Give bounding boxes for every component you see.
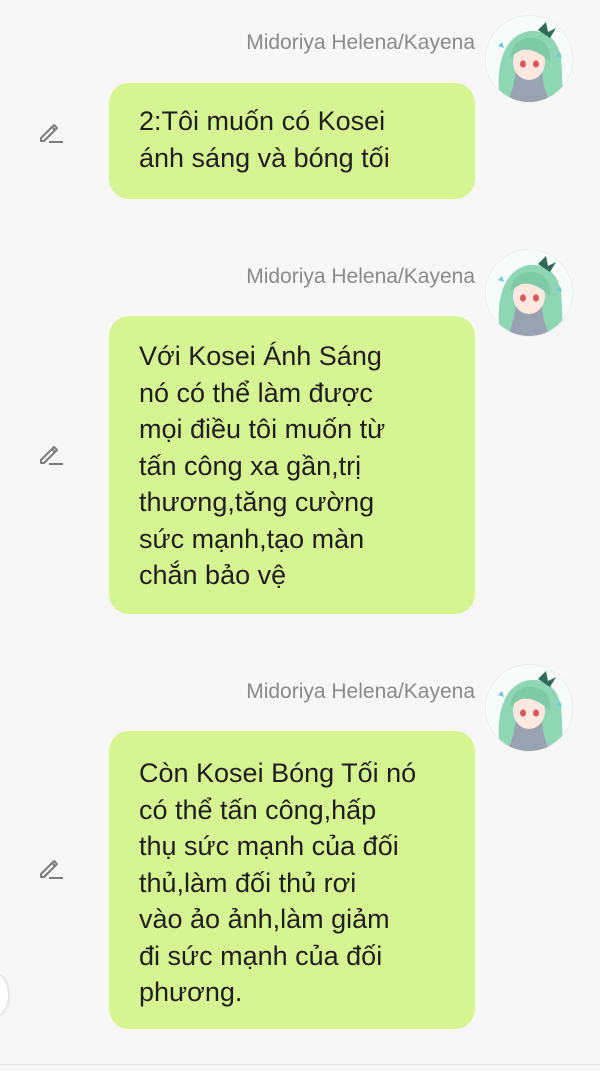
anime-girl-avatar-icon — [486, 16, 572, 102]
avatar[interactable] — [486, 16, 572, 102]
sender-name: Midoriya Helena/Kayena — [246, 265, 475, 288]
edit-message-button[interactable] — [37, 439, 65, 467]
avatar[interactable] — [486, 250, 572, 336]
pencil-icon — [40, 860, 63, 879]
chat-thread: Midoriya Helena/Kayena 2:Tôi muốn có Kos… — [0, 0, 600, 1071]
pencil-icon — [40, 124, 63, 143]
message-text: Còn Kosei Bóng Tối nó có thể tấn công,hấ… — [139, 758, 417, 1007]
message-text: 2:Tôi muốn có Kosei ánh sáng và bóng tối — [139, 106, 390, 173]
anime-girl-avatar-icon — [486, 665, 572, 751]
message-bubble[interactable]: 2:Tôi muốn có Kosei ánh sáng và bóng tối — [109, 83, 475, 199]
pencil-icon — [40, 446, 63, 465]
edit-message-button[interactable] — [37, 117, 65, 145]
scroll-handle[interactable] — [0, 975, 8, 1015]
anime-girl-avatar-icon — [486, 250, 572, 336]
bottom-divider — [0, 1064, 600, 1065]
sender-name: Midoriya Helena/Kayena — [246, 31, 475, 54]
avatar[interactable] — [486, 665, 572, 751]
edit-message-button[interactable] — [37, 853, 65, 881]
message-text: Với Kosei Ánh Sáng nó có thể làm được mọ… — [139, 341, 386, 590]
sender-name: Midoriya Helena/Kayena — [246, 680, 475, 703]
message-bubble[interactable]: Còn Kosei Bóng Tối nó có thể tấn công,hấ… — [109, 731, 475, 1029]
message-bubble[interactable]: Với Kosei Ánh Sáng nó có thể làm được mọ… — [109, 316, 475, 614]
